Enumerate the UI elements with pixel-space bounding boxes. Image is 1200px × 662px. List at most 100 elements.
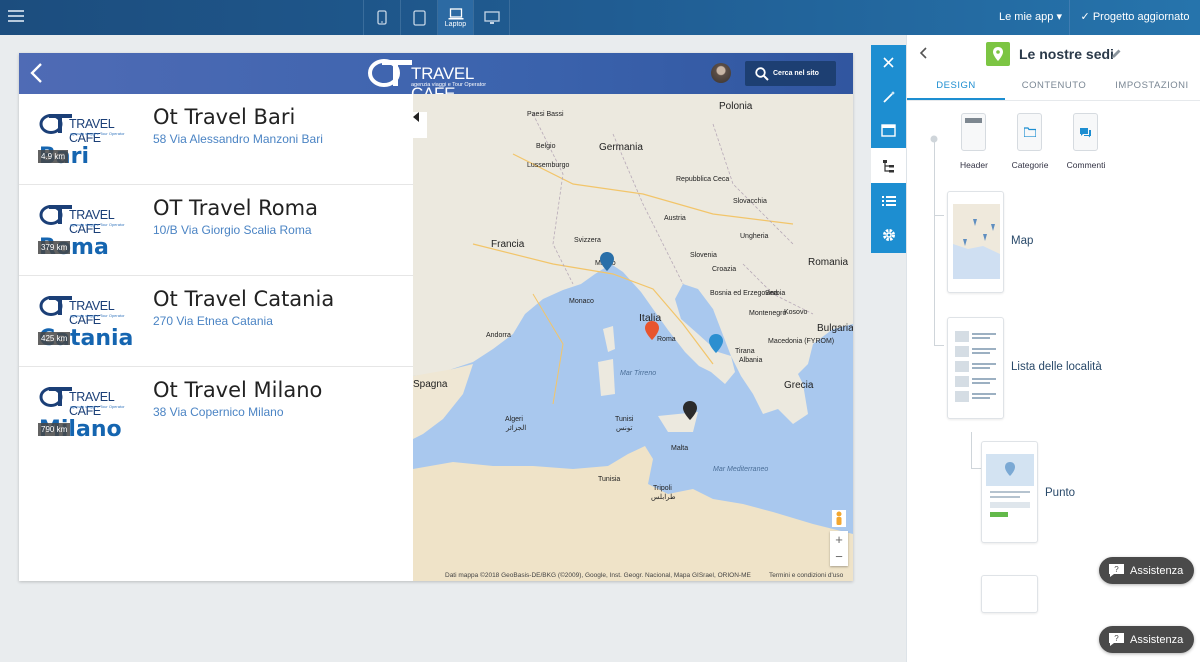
caret-left-icon: [413, 112, 419, 122]
map-pin-catania[interactable]: [683, 401, 697, 420]
map-label: Austria: [664, 215, 686, 222]
list-icon: [881, 195, 896, 206]
tab-contenuto[interactable]: CONTENUTO: [1005, 75, 1103, 100]
map-terms-link[interactable]: Termini e condizioni d'uso: [769, 572, 843, 579]
publish-status-button[interactable]: ✓ Progetto aggiornato: [1069, 0, 1200, 35]
ot-logo-mark: [39, 296, 72, 316]
map-label: Montenegro: [749, 310, 787, 317]
map-pin-milano[interactable]: [600, 252, 614, 271]
map-pin-bari[interactable]: [709, 334, 723, 353]
map-label: Monaco: [569, 298, 594, 305]
avatar[interactable]: [711, 63, 731, 83]
categories-block[interactable]: [1017, 113, 1042, 151]
map-label: Ungheria: [740, 233, 769, 240]
zoom-control: + −: [830, 531, 848, 566]
chevron-left-icon[interactable]: [919, 47, 927, 59]
search-label: Cerca nel sito: [773, 70, 819, 77]
map-view[interactable]: Polonia Paesi Bassi Belgio Germania Luss…: [413, 94, 853, 581]
pegman-icon: [836, 511, 842, 525]
point-node-card[interactable]: [981, 441, 1038, 543]
location-item[interactable]: TRAVEL CAFE agenzia viaggi e Tour Operat…: [19, 185, 413, 276]
layout-button[interactable]: [871, 113, 906, 148]
location-item[interactable]: TRAVEL CAFE agenzia viaggi e Tour Operat…: [19, 276, 413, 367]
location-address: 38 Via Copernico Milano: [153, 405, 284, 419]
map-label: Algeri: [505, 416, 523, 423]
hidden-node-card[interactable]: [981, 575, 1038, 613]
assistance-label: Assistenza: [1130, 633, 1184, 646]
editor-side-toolbar: [871, 45, 906, 253]
location-address: 270 Via Etnea Catania: [153, 314, 273, 328]
map-label: Macedonia (FYROM): [768, 338, 835, 345]
list-node-card[interactable]: [947, 317, 1004, 419]
comments-block-label: Commenti: [1066, 160, 1106, 170]
map-label: Croazia: [712, 266, 737, 273]
assistance-button[interactable]: ? Assistenza: [1099, 557, 1194, 584]
structure-button[interactable]: [871, 148, 906, 183]
tab-impostazioni[interactable]: IMPOSTAZIONI: [1103, 75, 1200, 100]
map-thumbnail: [953, 204, 1000, 279]
laptop-view-button[interactable]: Laptop: [437, 0, 473, 35]
desktop-view-button[interactable]: [473, 0, 510, 35]
header-block-bar: [965, 118, 982, 123]
location-item[interactable]: TRAVEL CAFE agenzia viaggi e Tour Operat…: [19, 367, 413, 458]
phone-view-button[interactable]: [363, 0, 400, 35]
distance-badge: 425 km: [38, 332, 71, 345]
tab-design[interactable]: DESIGN: [907, 75, 1005, 100]
collapse-list-button[interactable]: [413, 112, 427, 138]
tree-connector: [934, 139, 935, 345]
map-node-label: Map: [1011, 235, 1034, 247]
location-logo: TRAVEL CAFE agenzia viaggi e Tour Operat…: [39, 294, 133, 327]
gear-icon: [882, 228, 895, 241]
location-address: 10/B Via Giorgio Scalia Roma: [153, 223, 312, 237]
map-label: Polonia: [719, 101, 753, 112]
list-thumbnail: [955, 331, 996, 402]
map-label: Slovenia: [690, 252, 717, 259]
map-label: Bulgaria: [817, 323, 853, 334]
map-label: تونس: [616, 425, 633, 432]
map-label: Mar Mediterraneo: [713, 466, 769, 473]
phone-icon: [377, 10, 387, 25]
distance-badge: 4.9 km: [38, 150, 69, 163]
folder-icon: [1023, 127, 1037, 138]
map-label: Grecia: [784, 380, 814, 391]
ot-logo-mark: [39, 114, 72, 134]
close-button[interactable]: [871, 45, 906, 80]
settings-button[interactable]: [871, 217, 906, 252]
svg-text:?: ?: [1114, 565, 1119, 574]
map-label: Roma: [657, 336, 676, 343]
publish-label: Progetto aggiornato: [1092, 11, 1190, 23]
street-view-pegman[interactable]: [832, 510, 846, 527]
tablet-view-button[interactable]: [400, 0, 437, 35]
my-apps-dropdown[interactable]: Le mie app ▾: [992, 0, 1069, 35]
menu-icon[interactable]: [8, 10, 24, 24]
map-label: Kosovo: [784, 309, 808, 316]
map-label: Andorra: [486, 332, 511, 339]
location-item[interactable]: TRAVEL CAFE agenzia viaggi e Tour Operat…: [19, 94, 413, 185]
back-arrow-icon[interactable]: [27, 62, 49, 84]
map-node-card[interactable]: [947, 191, 1004, 293]
logo-subtitle: agenzia viaggi e Tour Operator: [411, 82, 487, 88]
comments-icon: [1080, 128, 1091, 138]
distance-badge: 790 km: [38, 423, 71, 436]
sitemap-icon: [882, 159, 894, 172]
map-attribution: Dati mappa ©2018 GeoBasis-DE/BKG (©2009)…: [445, 572, 751, 579]
pencil-icon[interactable]: [1111, 48, 1122, 59]
zoom-out-button[interactable]: −: [830, 548, 848, 565]
header-block[interactable]: [961, 113, 986, 151]
assistance-button[interactable]: ? Assistenza: [1099, 626, 1194, 653]
map-label: طرابلس: [651, 494, 676, 501]
site-search-button[interactable]: Cerca nel sito: [745, 61, 836, 86]
magic-wand-button[interactable]: [871, 79, 906, 114]
comments-block[interactable]: [1073, 113, 1098, 151]
tree-connector: [934, 345, 944, 346]
location-list: TRAVEL CAFE agenzia viaggi e Tour Operat…: [19, 94, 413, 581]
list-node-label: Lista delle località: [1011, 361, 1102, 373]
list-button[interactable]: [871, 183, 906, 218]
map-pin-roma[interactable]: [645, 321, 659, 340]
app-preview: TRAVEL CAFE agenzia viaggi e Tour Operat…: [19, 53, 853, 581]
map-label: Mar Tirreno: [620, 370, 657, 377]
zoom-in-button[interactable]: +: [830, 531, 848, 548]
location-name: Ot Travel Milano: [153, 378, 323, 402]
ot-logo-mark: [39, 387, 72, 407]
tree-root-dot: [930, 135, 938, 143]
